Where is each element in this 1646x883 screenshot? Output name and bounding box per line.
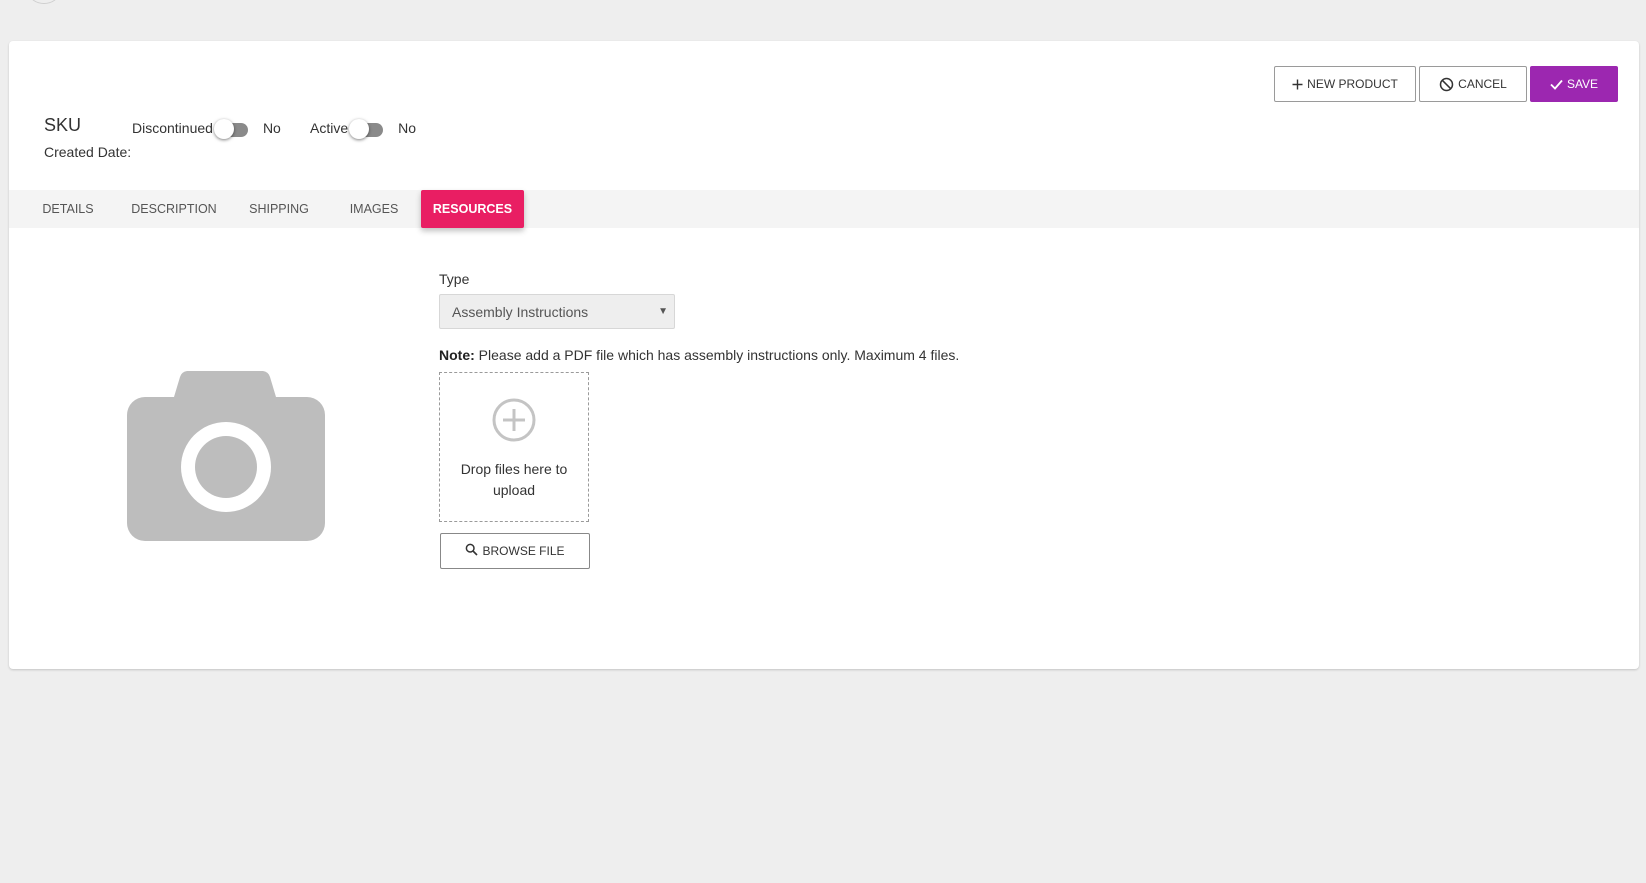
add-circle-icon xyxy=(491,397,537,448)
sku-label: SKU xyxy=(44,115,82,135)
active-switch[interactable] xyxy=(349,119,384,139)
tab-images[interactable]: Images xyxy=(329,190,419,228)
tab-details[interactable]: Details xyxy=(23,190,113,228)
switch-knob xyxy=(349,119,370,139)
cancel-button[interactable]: Cancel xyxy=(1419,66,1527,102)
active-toggle-group: Active No xyxy=(310,119,417,139)
caret-down-icon: ▼ xyxy=(658,306,668,317)
new-product-button[interactable]: New Product xyxy=(1274,66,1416,102)
type-select[interactable]: Assembly Instructions ▼ xyxy=(439,294,675,329)
browse-file-button[interactable]: Browse File xyxy=(440,533,590,569)
product-card: New Product Cancel Save SKU Created Date… xyxy=(9,41,1639,669)
tab-description[interactable]: Description xyxy=(119,190,229,228)
file-dropzone[interactable]: Drop files here to upload xyxy=(439,372,589,522)
created-date-label: Created Date: xyxy=(44,144,132,160)
cancel-label: Cancel xyxy=(1458,77,1507,91)
type-label: Type xyxy=(439,271,470,287)
block-icon xyxy=(1439,77,1454,92)
discontinued-label: Discontinued xyxy=(132,120,213,136)
save-button[interactable]: Save xyxy=(1530,66,1618,102)
discontinued-value: No xyxy=(262,120,281,136)
dropzone-text: Drop files here to upload xyxy=(460,461,568,498)
action-bar: New Product Cancel Save xyxy=(1274,66,1618,102)
tab-bar: Details Description Shipping Images Reso… xyxy=(9,190,1639,228)
plus-icon xyxy=(1292,79,1303,90)
user-avatar[interactable] xyxy=(29,0,59,4)
active-label: Active xyxy=(310,120,349,136)
search-icon xyxy=(465,543,479,559)
new-product-label: New Product xyxy=(1307,77,1398,91)
tab-shipping[interactable]: Shipping xyxy=(234,190,324,228)
active-value: No xyxy=(398,120,417,136)
type-select-value: Assembly Instructions xyxy=(452,303,589,320)
check-icon xyxy=(1550,79,1563,90)
browse-file-label: Browse File xyxy=(482,544,565,558)
note-text: Please add a PDF file which has assembly… xyxy=(478,347,960,363)
tab-resources[interactable]: Resources xyxy=(421,190,524,228)
discontinued-toggle-group: Discontinued No xyxy=(132,119,281,139)
save-label: Save xyxy=(1566,77,1599,91)
upload-note: Note: Please add a PDF file which has as… xyxy=(439,347,959,363)
note-label: Note: xyxy=(439,347,475,363)
camera-icon xyxy=(127,371,325,541)
discontinued-switch[interactable] xyxy=(213,119,248,139)
switch-knob xyxy=(213,119,234,139)
